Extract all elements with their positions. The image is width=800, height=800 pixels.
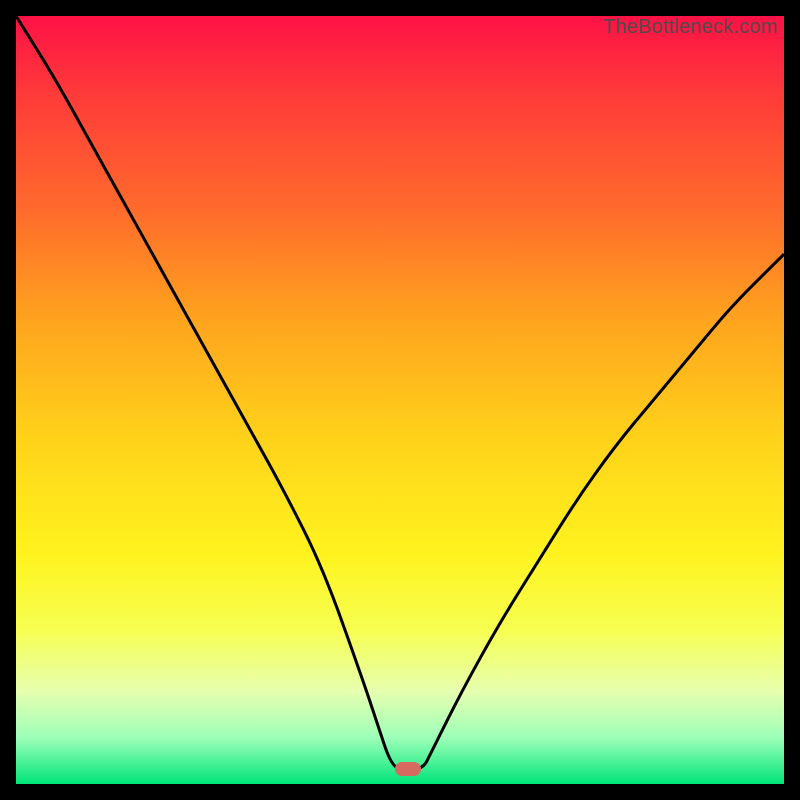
plot-area: TheBottleneck.com (16, 16, 784, 784)
minimum-marker (395, 762, 421, 776)
chart-stage: TheBottleneck.com (0, 0, 800, 800)
curve-path (16, 16, 784, 769)
bottleneck-curve (16, 16, 784, 784)
watermark-label: TheBottleneck.com (603, 16, 778, 39)
